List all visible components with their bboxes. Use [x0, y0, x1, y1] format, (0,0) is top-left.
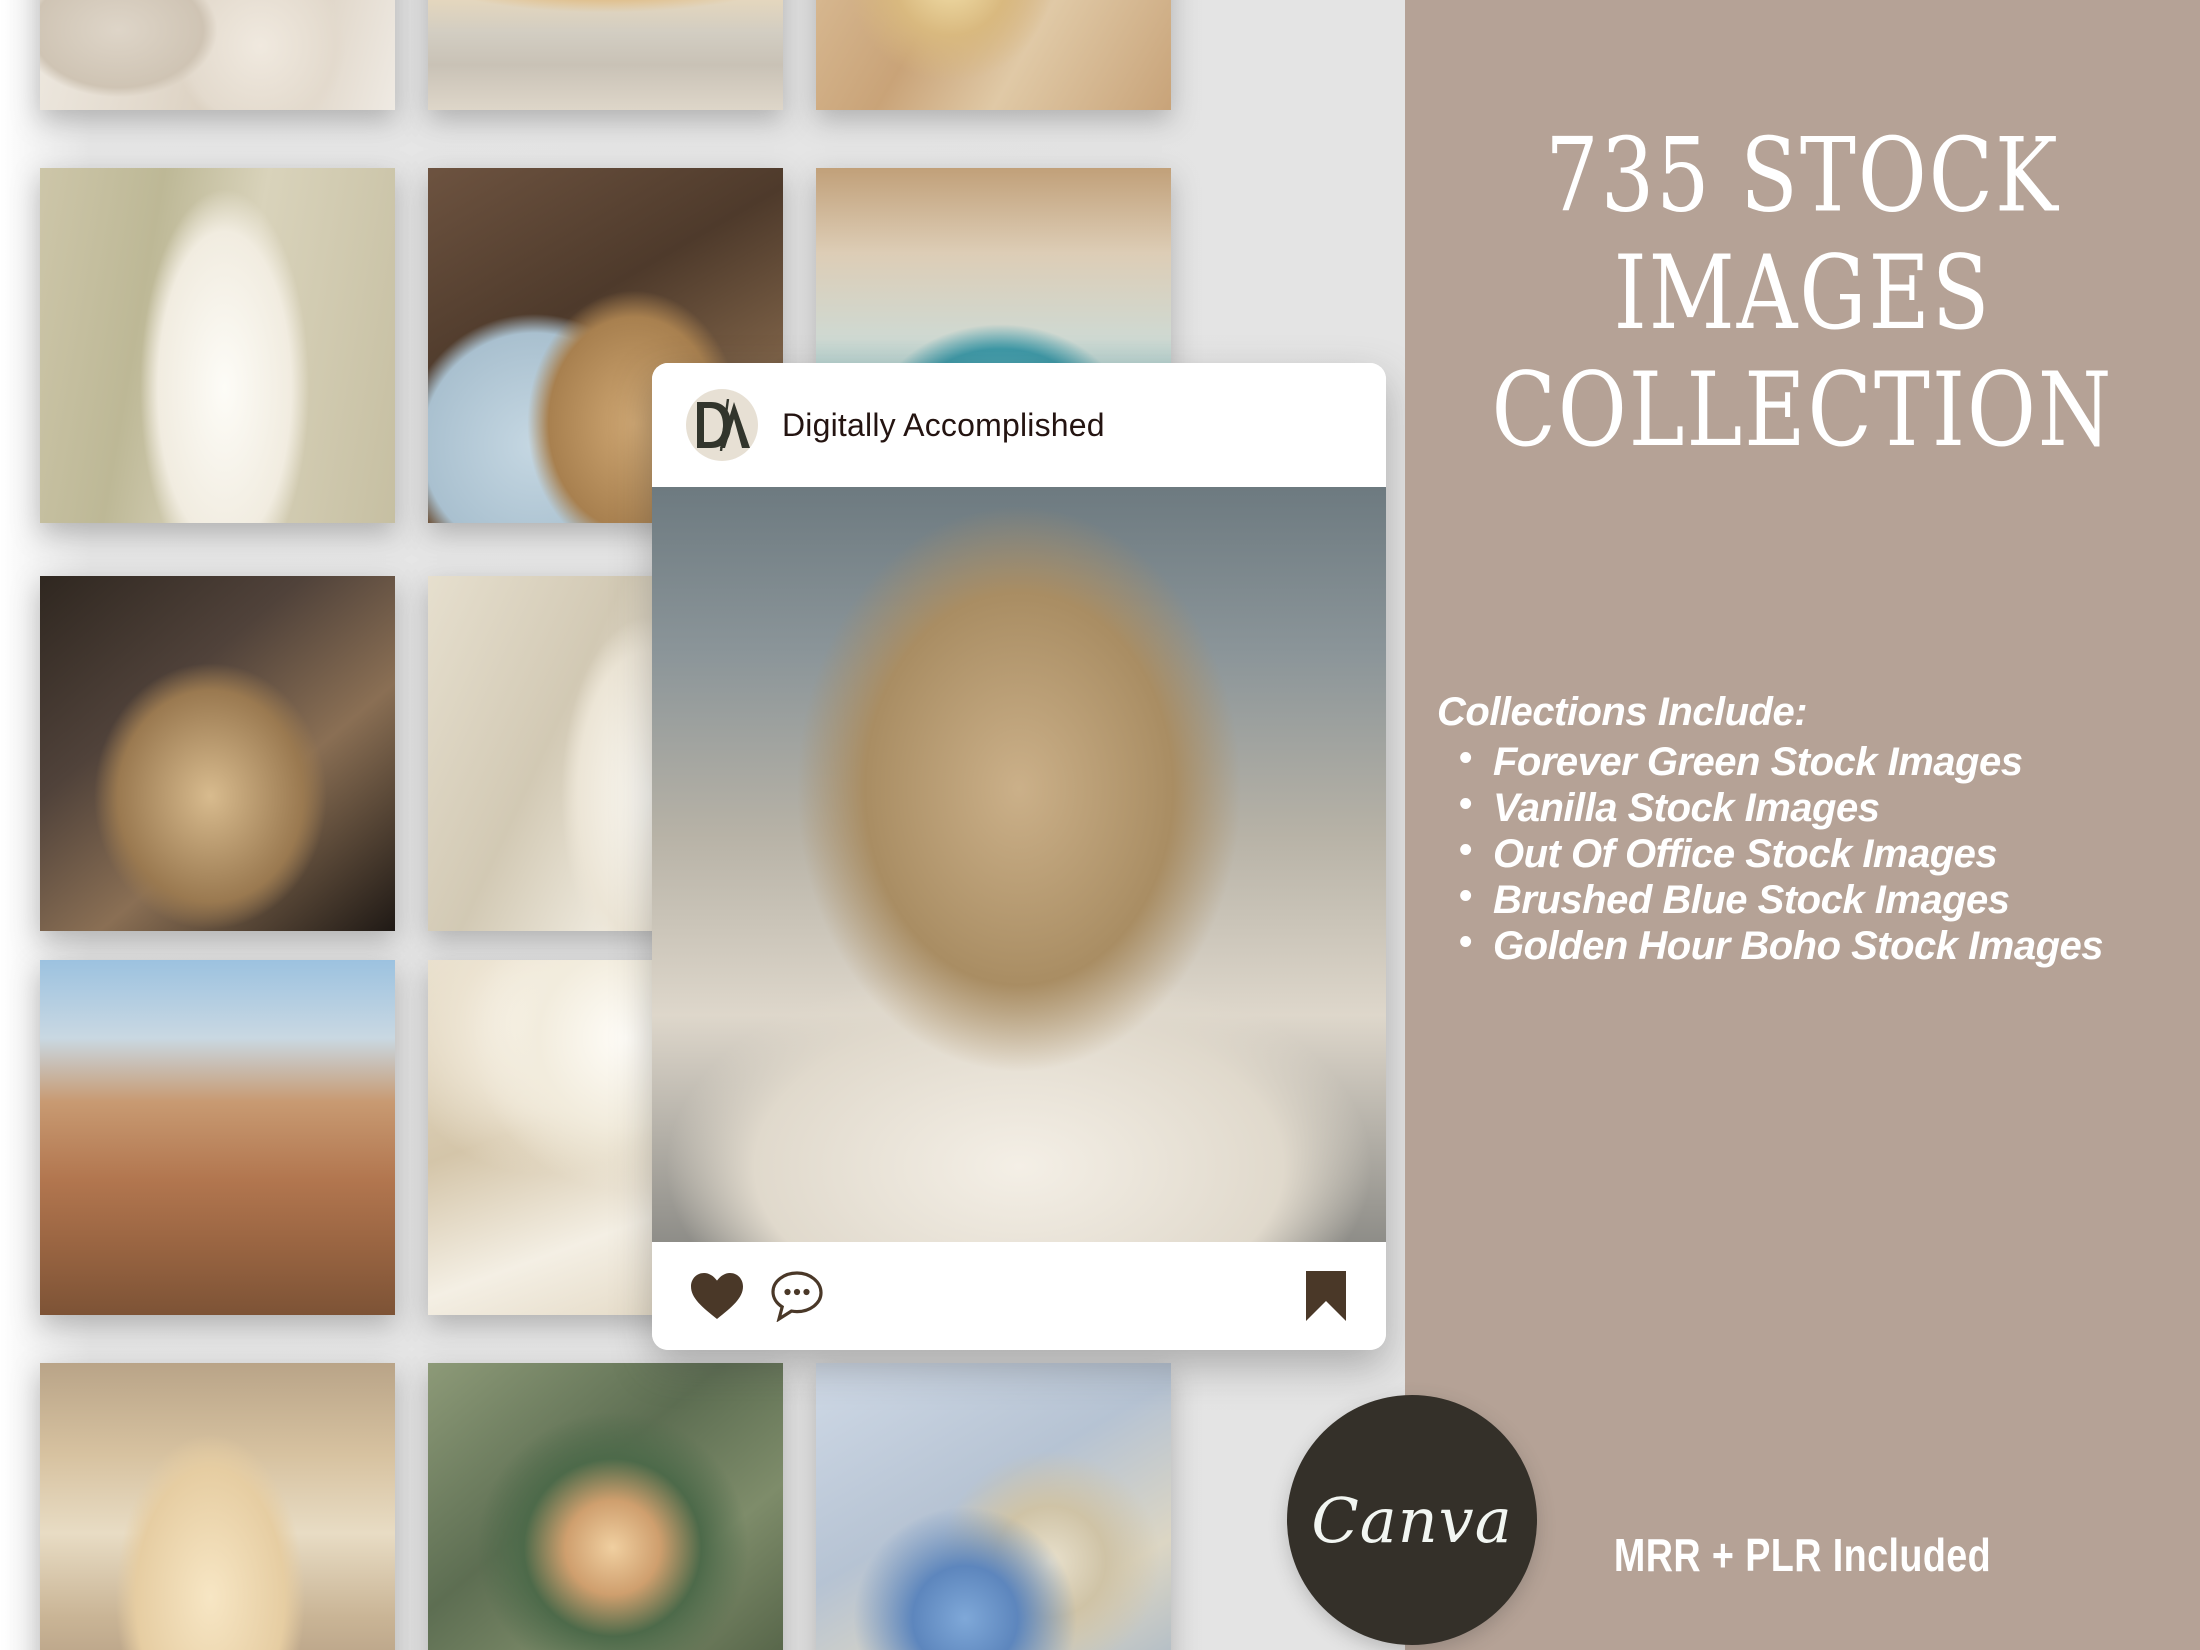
- list-item: Out Of Office Stock Images: [1459, 831, 2180, 875]
- headline-line-1: 735 Stock: [1545, 115, 2060, 236]
- post-photo: [652, 487, 1386, 1242]
- canva-badge: Canva: [1287, 1395, 1537, 1645]
- headline-line-3: Collection: [1491, 349, 2114, 469]
- comment-bubble-icon: [771, 1271, 823, 1322]
- collage-tile-image: [40, 960, 395, 1315]
- post-header: Digitally Accomplished: [652, 363, 1386, 487]
- info-panel: 735 Stock Images Collection Collections …: [1287, 0, 2200, 1650]
- avatar[interactable]: [686, 389, 758, 461]
- comment-button[interactable]: [770, 1270, 824, 1322]
- list-item: Forever Green Stock Images: [1459, 739, 2180, 783]
- list-item: Brushed Blue Stock Images: [1459, 877, 2180, 921]
- like-button[interactable]: [690, 1272, 744, 1320]
- collage-tile-blue-flowers: [816, 1363, 1171, 1650]
- collage-tile-kitchen: [40, 576, 395, 931]
- collage-tile-image: [40, 1363, 395, 1650]
- collage-tile-image: [40, 168, 395, 523]
- save-button[interactable]: [1304, 1270, 1348, 1322]
- list-item: Golden Hour Boho Stock Images: [1459, 923, 2180, 967]
- collage-tile-image: [40, 576, 395, 931]
- collage-tile-city-view: [40, 960, 395, 1315]
- bookmark-icon: [1306, 1271, 1346, 1321]
- collections-include-block: Collections Include: Forever Green Stock…: [1437, 690, 2180, 971]
- collage-tile-image: [816, 0, 1171, 110]
- collage-tile-image: [428, 1363, 783, 1650]
- heart-icon: [691, 1273, 743, 1319]
- list-item: Vanilla Stock Images: [1459, 785, 2180, 829]
- collage-tile-wine-glass: [816, 0, 1171, 110]
- collage-tile-image: [816, 1363, 1171, 1650]
- collage-tile-image: [428, 0, 783, 110]
- collage-tile-image: [40, 0, 395, 110]
- collage-tile-knit-top: [40, 0, 395, 110]
- collections-include-title: Collections Include:: [1437, 690, 1808, 734]
- instagram-post-card[interactable]: Digitally Accomplished: [652, 363, 1386, 1350]
- footer-note: MRR + PLR Included: [1613, 1529, 1992, 1581]
- collage-tile-beach-cabana: [428, 0, 783, 110]
- post-username: Digitally Accomplished: [782, 406, 1105, 443]
- collage-tile-surf-dress: [40, 1363, 395, 1650]
- collage-tile-palm-arch: [428, 1363, 783, 1650]
- collections-list: Forever Green Stock Images Vanilla Stock…: [1437, 739, 2180, 967]
- post-action-bar: [652, 1242, 1386, 1350]
- headline-line-2: Images: [1613, 232, 1992, 352]
- collage-tile-white-dress: [40, 168, 395, 523]
- page-title: 735 Stock Images Collection: [1405, 115, 2200, 469]
